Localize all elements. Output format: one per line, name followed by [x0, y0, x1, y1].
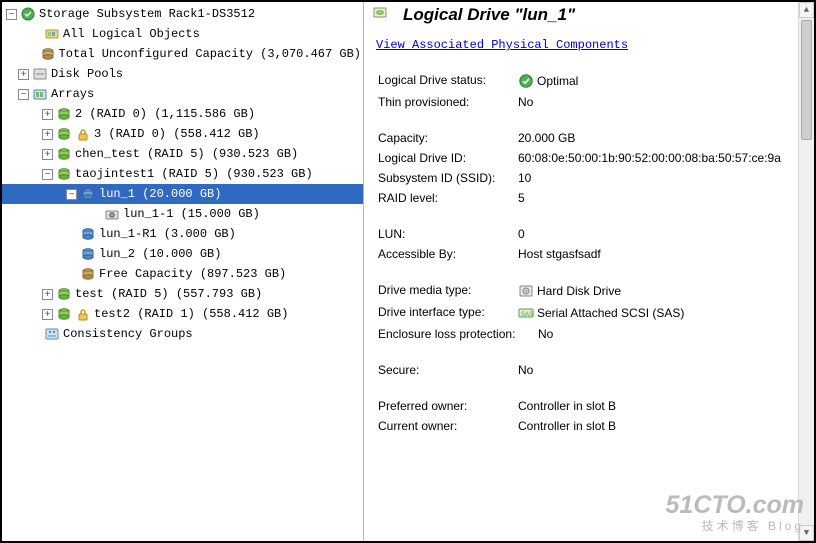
tree-lun2[interactable]: lun_2 (10.000 GB): [2, 244, 363, 264]
ssid-label: Subsystem ID (SSID):: [378, 171, 518, 185]
collapse-icon[interactable]: −: [66, 189, 77, 200]
details-table: Logical Drive status: Optimal Thin provi…: [364, 66, 798, 448]
ldid-value: 60:08:0e:50:00:1b:90:52:00:00:08:ba:50:5…: [518, 151, 798, 165]
lun-icon: [372, 4, 394, 26]
collapse-icon[interactable]: −: [6, 9, 17, 20]
svg-text:SAS: SAS: [521, 312, 533, 318]
curr-owner-label: Current owner:: [378, 419, 518, 433]
tree-all-logical[interactable]: All Logical Objects: [2, 24, 363, 44]
iface-value: Serial Attached SCSI (SAS): [537, 306, 684, 320]
expand-icon[interactable]: +: [42, 109, 53, 120]
page-title: Logical Drive "lun_1": [403, 5, 575, 25]
expand-icon[interactable]: +: [42, 129, 53, 140]
lun-label: LUN:: [378, 227, 518, 241]
pref-owner-label: Preferred owner:: [378, 399, 518, 413]
tree-lun1-r1[interactable]: lun_1-R1 (3.000 GB): [2, 224, 363, 244]
capacity-value: 20.000 GB: [518, 131, 798, 145]
tree-consistency-groups[interactable]: Consistency Groups: [2, 324, 363, 344]
hdd-icon: [518, 283, 534, 299]
tree-arrays[interactable]: − Arrays: [2, 84, 363, 104]
cylinder-icon: [56, 286, 72, 302]
collapse-icon[interactable]: −: [42, 169, 53, 180]
expand-icon[interactable]: +: [42, 149, 53, 160]
thin-label: Thin provisioned:: [378, 95, 518, 109]
tree-root-label: Storage Subsystem Rack1-DS3512: [39, 7, 255, 21]
tree-lun1[interactable]: − lun_1 (20.000 GB): [2, 184, 363, 204]
expand-icon[interactable]: +: [18, 69, 29, 80]
media-value: Hard Disk Drive: [537, 284, 621, 298]
expand-icon[interactable]: +: [42, 289, 53, 300]
tree-array-test2[interactable]: + test2 (RAID 1) (558.412 GB): [2, 304, 363, 324]
raid-label: RAID level:: [378, 191, 518, 205]
cylinder-icon: [56, 166, 72, 182]
cylinder-icon: [56, 126, 72, 142]
watermark: 51CTO.com 技术博客 Blog: [666, 492, 804, 533]
raid-value: 5: [518, 191, 798, 205]
diskpools-icon: [32, 66, 48, 82]
snapshot-icon: [104, 206, 120, 222]
ldid-label: Logical Drive ID:: [378, 151, 518, 165]
scroll-thumb[interactable]: [801, 20, 812, 140]
scroll-down-icon[interactable]: ▼: [799, 525, 814, 541]
status-label: Logical Drive status:: [378, 73, 518, 89]
tree-free-capacity[interactable]: Free Capacity (897.523 GB): [2, 264, 363, 284]
scroll-up-icon[interactable]: ▲: [799, 2, 814, 18]
sas-icon: SAS: [518, 305, 534, 321]
lun-icon: [80, 246, 96, 262]
tree-panel[interactable]: − Storage Subsystem Rack1-DS3512 All Log…: [2, 2, 364, 541]
enclosure-label: Enclosure loss protection:: [378, 327, 538, 341]
tree-array-taojin[interactable]: − taojintest1 (RAID 5) (930.523 GB): [2, 164, 363, 184]
tree-unconf-capacity[interactable]: Total Unconfigured Capacity (3,070.467 G…: [2, 44, 363, 64]
lock-icon: [75, 306, 91, 322]
tree-array-3[interactable]: + 3 (RAID 0) (558.412 GB): [2, 124, 363, 144]
expand-icon[interactable]: +: [42, 309, 53, 320]
details-panel: Logical Drive "lun_1" View Associated Ph…: [364, 2, 814, 541]
cylinder-icon: [56, 146, 72, 162]
view-physical-components-link[interactable]: View Associated Physical Components: [364, 32, 814, 66]
thin-value: No: [518, 95, 798, 109]
optimal-icon: [518, 73, 534, 89]
arrays-icon: [32, 86, 48, 102]
scroll-track[interactable]: [799, 18, 814, 525]
accessible-value: Host stgasfsadf: [518, 247, 798, 261]
lun-value: 0: [518, 227, 798, 241]
lun-icon: [80, 186, 96, 202]
vertical-scrollbar[interactable]: ▲ ▼: [798, 2, 814, 541]
tree-root[interactable]: − Storage Subsystem Rack1-DS3512: [2, 4, 363, 24]
lock-icon: [75, 126, 91, 142]
iface-label: Drive interface type:: [378, 305, 518, 321]
pref-owner-value: Controller in slot B: [518, 399, 798, 413]
secure-value: No: [518, 363, 798, 377]
tree-lun1-1[interactable]: lun_1-1 (15.000 GB): [2, 204, 363, 224]
tree-array-2[interactable]: + 2 (RAID 0) (1,115.586 GB): [2, 104, 363, 124]
status-value: Optimal: [537, 74, 578, 88]
consistency-icon: [44, 326, 60, 342]
tree-array-test[interactable]: + test (RAID 5) (557.793 GB): [2, 284, 363, 304]
cylinder-icon: [56, 306, 72, 322]
accessible-label: Accessible By:: [378, 247, 518, 261]
capacity-label: Capacity:: [378, 131, 518, 145]
cylinder-icon: [80, 266, 96, 282]
secure-label: Secure:: [378, 363, 518, 377]
enclosure-value: No: [538, 327, 798, 341]
ssid-value: 10: [518, 171, 798, 185]
media-label: Drive media type:: [378, 283, 518, 299]
cylinder-icon: [40, 46, 56, 62]
curr-owner-value: Controller in slot B: [518, 419, 798, 433]
tree-disk-pools[interactable]: + Disk Pools: [2, 64, 363, 84]
lun-icon: [80, 226, 96, 242]
objects-icon: [44, 26, 60, 42]
cylinder-icon: [56, 106, 72, 122]
tree-array-chen[interactable]: + chen_test (RAID 5) (930.523 GB): [2, 144, 363, 164]
collapse-icon[interactable]: −: [18, 89, 29, 100]
status-ok-icon: [20, 6, 36, 22]
